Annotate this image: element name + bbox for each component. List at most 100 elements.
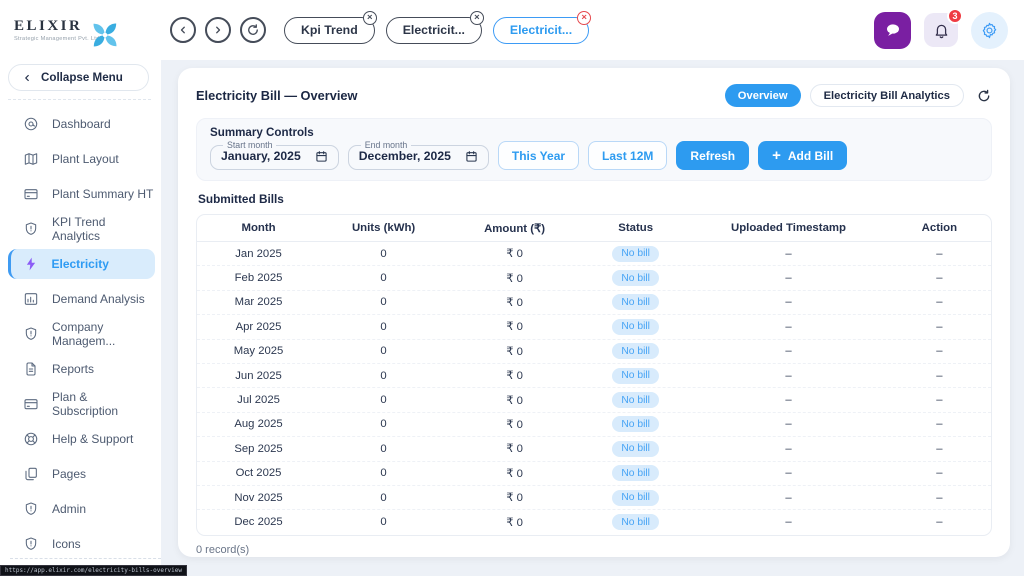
cell-amount: ₹ 0 [447,467,582,480]
cell-action: – [888,370,991,382]
cell-units: 0 [320,443,447,455]
cell-action: – [888,443,991,455]
card-header: Electricity Bill — Overview Overview Ele… [196,82,992,109]
table-row: Jul 20250₹ 0No bill–– [197,388,991,412]
column-header-units-kwh: Units (kWh) [320,222,447,234]
status-badge: No bill [612,416,659,432]
shield-icon [23,536,39,552]
close-icon[interactable]: × [363,11,377,25]
sidebar-bottom-divider [10,558,161,559]
cell-units: 0 [320,492,447,504]
sidebar-item-demand-analysis[interactable]: Demand Analysis [8,284,155,314]
refresh-button[interactable]: Refresh [676,141,749,170]
start-month-field[interactable]: Start month January, 2025 [210,140,339,170]
gear-icon [980,21,999,40]
table-row: Sep 20250₹ 0No bill–– [197,437,991,461]
cell-status: No bill [582,514,689,530]
sidebar-item-electricity[interactable]: Electricity [8,249,155,279]
sidebar-item-label: Company Managem... [52,320,155,348]
summary-controls-row: Start month January, 2025 End month Dece… [210,140,978,170]
back-button[interactable] [170,17,196,43]
sidebar-item-reports[interactable]: Reports [8,354,155,384]
chart-icon [23,291,39,307]
sidebar-item-label: Demand Analysis [52,292,145,306]
sidebar-item-help-support[interactable]: Help & Support [8,424,155,454]
cell-month: Jun 2025 [197,370,320,382]
cell-timestamp: – [689,418,888,430]
cell-amount: ₹ 0 [447,418,582,431]
card-icon [23,396,39,412]
sidebar-item-company-managem[interactable]: Company Managem... [8,319,155,349]
status-url-tooltip: https://app.elixir.com/electricity-bills… [0,565,187,576]
window-tabs: Kpi Trend× Electricit...× Electricit...× [284,17,589,44]
cell-month: Jul 2025 [197,394,320,406]
cell-timestamp: – [689,321,888,333]
close-icon[interactable]: × [470,11,484,25]
status-badge: No bill [612,514,659,530]
top-header: ELIXIR Strategic Management Pvt. Ltd. [0,0,1024,60]
tab-overview[interactable]: Overview [725,84,801,107]
cell-action: – [888,248,991,260]
window-tab-1[interactable]: Kpi Trend× [284,17,375,44]
chat-button[interactable] [874,12,911,49]
calendar-icon [315,150,328,163]
sidebar-item-label: Help & Support [52,432,133,446]
window-tab-3[interactable]: Electricit...× [493,17,589,44]
cell-amount: ₹ 0 [447,516,582,529]
cell-action: – [888,492,991,504]
last-12m-button[interactable]: Last 12M [588,141,667,170]
end-month-field[interactable]: End month December, 2025 [348,140,489,170]
add-bill-label: Add Bill [788,149,833,163]
sidebar-item-plant-layout[interactable]: Plant Layout [8,144,155,174]
cell-timestamp: – [689,443,888,455]
sidebar-item-label: KPI Trend Analytics [52,215,155,243]
shield-icon [23,326,39,342]
reload-button[interactable] [240,17,266,43]
cell-amount: ₹ 0 [447,394,582,407]
window-tab-2[interactable]: Electricit...× [386,17,482,44]
sidebar-menu: Dashboard Plant Layout Plant Summary HT KPI… [0,107,161,559]
cell-month: May 2025 [197,345,320,357]
sidebar-item-kpi-trend-analytics[interactable]: KPI Trend Analytics [8,214,155,244]
sidebar-item-plan-subscription[interactable]: Plan & Subscription [8,389,155,419]
forward-button[interactable] [205,17,231,43]
table-row: Aug 20250₹ 0No bill–– [197,413,991,437]
cell-status: No bill [582,465,689,481]
cell-action: – [888,296,991,308]
table-row: Nov 20250₹ 0No bill–– [197,486,991,510]
cell-month: Dec 2025 [197,516,320,528]
summary-controls-heading: Summary Controls [210,126,978,139]
collapse-menu-button[interactable]: Collapse Menu [8,64,149,91]
sidebar-item-dashboard[interactable]: Dashboard [8,109,155,139]
reload-icon [246,23,260,37]
sidebar-item-icons[interactable]: Icons [8,529,155,559]
status-badge: No bill [612,490,659,506]
reset-view-button[interactable] [976,88,992,104]
add-bill-button[interactable]: + Add Bill [758,141,847,170]
sidebar-item-label: Plant Layout [52,152,119,166]
view-switcher: Overview Electricity Bill Analytics [725,84,992,107]
start-month-value: January, 2025 [221,149,301,163]
sidebar-item-label: Pages [52,467,86,481]
sidebar: Collapse Menu Dashboard Plant Layout Plant… [0,60,161,576]
submitted-bills-heading: Submitted Bills [198,192,990,206]
close-icon[interactable]: × [577,11,591,25]
cell-amount: ₹ 0 [447,296,582,309]
chevron-left-icon [177,24,189,36]
notifications-button[interactable]: 3 [924,13,958,47]
sidebar-item-admin[interactable]: Admin [8,494,155,524]
cell-units: 0 [320,516,447,528]
summary-controls-panel: Summary Controls Start month January, 20… [196,118,992,181]
table-row: Apr 20250₹ 0No bill–– [197,315,991,339]
tab-label: Electricit... [510,23,572,37]
this-year-button[interactable]: This Year [498,141,579,170]
sidebar-item-plant-summary-ht[interactable]: Plant Summary HT [8,179,155,209]
cell-action: – [888,272,991,284]
status-badge: No bill [612,368,659,384]
sidebar-item-label: Plant Summary HT [52,187,153,201]
column-header-action: Action [888,222,991,234]
sidebar-item-label: Dashboard [52,117,111,131]
settings-button[interactable] [971,12,1008,49]
tab-electricity-bill-analytics[interactable]: Electricity Bill Analytics [810,84,964,107]
sidebar-item-pages[interactable]: Pages [8,459,155,489]
